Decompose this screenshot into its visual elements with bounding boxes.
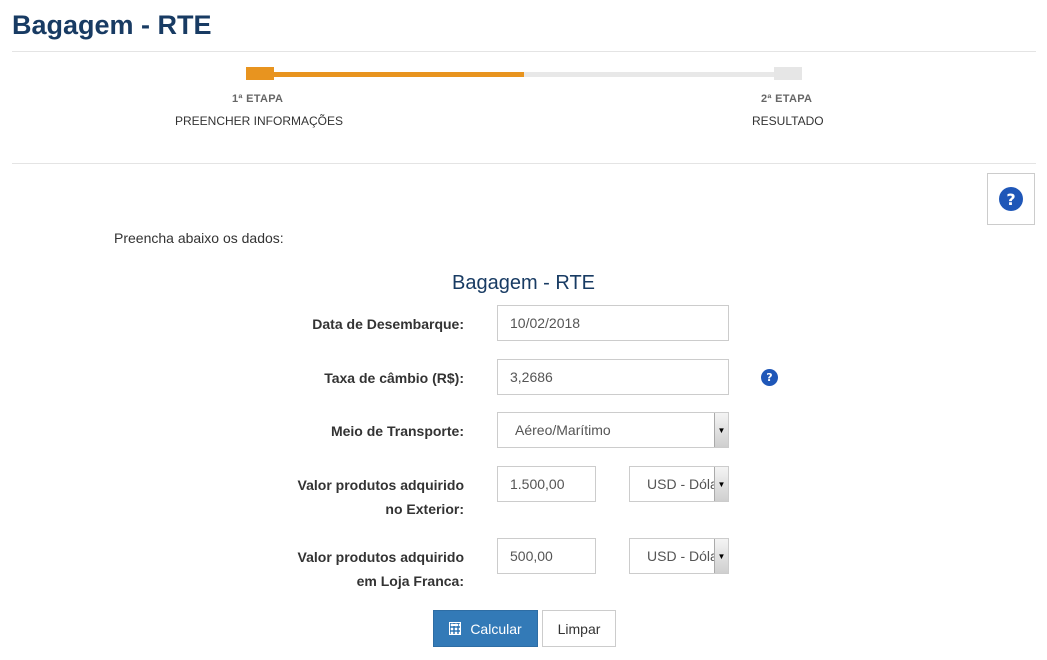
franca-value-label-line-1: Valor produtos adquirido (297, 549, 464, 565)
franca-value-label-line-2: em Loja Franca: (356, 573, 464, 589)
form-title: Bagagem - RTE (0, 272, 1047, 295)
franca-value-input[interactable]: 500,00 (497, 538, 596, 574)
date-label: Data de Desembarque: (312, 316, 464, 332)
progress-steps: 1ª ETAPA PREENCHER INFORMAÇÕES 2ª ETAPA … (0, 60, 1047, 140)
progress-track (274, 72, 774, 77)
limpar-button[interactable]: Limpar (542, 610, 616, 647)
date-input[interactable]: 10/02/2018 (497, 305, 729, 341)
transport-select[interactable]: Aéreo/Marítimo ▼ (497, 412, 729, 448)
step-2-number: 2ª ETAPA (761, 93, 813, 105)
progress-fill (274, 72, 524, 77)
transport-label: Meio de Transporte: (330, 423, 464, 439)
chevron-down-icon: ▼ (714, 413, 728, 447)
question-circle-icon: ? (999, 187, 1023, 211)
calcular-button-label: Calcular (470, 620, 522, 637)
step-1-number: 1ª ETAPA (232, 93, 284, 105)
exterior-value-label-line-1: Valor produtos adquirido (297, 477, 464, 493)
franca-currency-value: USD - Dólar (647, 548, 714, 564)
step-1-name: PREENCHER INFORMAÇÕES (175, 114, 344, 128)
exchange-rate-help-icon[interactable]: ? (761, 369, 778, 386)
chevron-down-icon: ▼ (714, 539, 728, 573)
step-2-name: RESULTADO (752, 114, 824, 128)
form-title-text: Bagagem - RTE (451, 272, 596, 294)
page-title: Bagagem - RTE (12, 10, 212, 40)
limpar-button-label: Limpar (557, 620, 601, 637)
exterior-value-input[interactable]: 1.500,00 (497, 466, 596, 502)
steps-divider (12, 163, 1036, 164)
exterior-value-label: Valor produtos adquirido no Exterior: (298, 473, 464, 521)
transport-selected-value: Aéreo/Marítimo (515, 422, 611, 438)
exterior-currency-value: USD - Dólar (647, 476, 714, 492)
calcular-button[interactable]: Calcular (433, 610, 538, 647)
intro-text: Preencha abaixo os dados: (114, 230, 284, 246)
chevron-down-icon: ▼ (714, 467, 728, 501)
franca-currency-select[interactable]: USD - Dólar ▼ (629, 538, 729, 574)
exchange-rate-label: Taxa de câmbio (R$): (324, 370, 464, 386)
step-1-marker (246, 67, 274, 80)
franca-value-label: Valor produtos adquirido em Loja Franca: (298, 545, 464, 593)
exchange-rate-input[interactable]: 3,2686 (497, 359, 729, 395)
calculator-icon (449, 622, 462, 635)
exterior-value-label-line-2: no Exterior: (385, 501, 464, 517)
step-2-marker (774, 67, 802, 80)
header-divider (12, 51, 1036, 52)
help-button[interactable]: ? (987, 173, 1035, 225)
exterior-currency-select[interactable]: USD - Dólar ▼ (629, 466, 729, 502)
